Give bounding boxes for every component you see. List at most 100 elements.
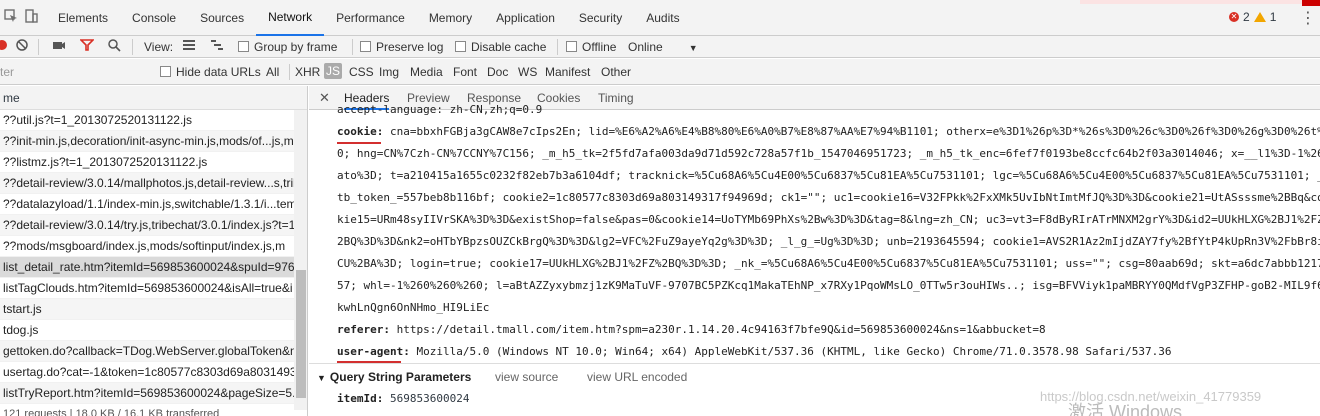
request-list: me ??util.js?t=1_2013072520131122.js ??i… — [0, 86, 308, 416]
tab-performance[interactable]: Performance — [324, 0, 417, 36]
device-toolbar-icon[interactable] — [24, 9, 38, 26]
tab-security[interactable]: Security — [567, 0, 634, 36]
view-source-link[interactable]: view source — [495, 370, 558, 384]
close-icon[interactable]: ✕ — [319, 90, 330, 106]
checkbox-icon — [455, 41, 466, 52]
tab-timing[interactable]: Timing — [598, 91, 634, 105]
referer-header-name: referer: — [337, 323, 390, 336]
offline-checkbox[interactable]: Offline — [566, 39, 616, 55]
query-param-row: itemId: 569853600024 — [337, 392, 469, 405]
warning-icon — [1253, 12, 1266, 22]
overview-icon[interactable] — [210, 39, 224, 55]
checkbox-icon — [160, 66, 171, 77]
filter-icon[interactable] — [79, 39, 95, 55]
request-row[interactable]: listTagClouds.htm?itemId=569853600024&is… — [0, 278, 294, 299]
cookie-value-line: 57; whl=-1%260%260%260; l=aBtAZZyxybmzj1… — [337, 279, 1320, 292]
cookie-value-line: ato%3D; t=a210415a1655c0232f82eb7b3a6104… — [337, 169, 1320, 182]
view-url-encoded-link[interactable]: view URL encoded — [587, 370, 687, 384]
type-img[interactable]: Img — [379, 65, 399, 79]
type-other[interactable]: Other — [601, 65, 631, 79]
large-rows-icon[interactable] — [182, 39, 196, 55]
tab-elements[interactable]: Elements — [46, 0, 120, 36]
search-icon[interactable] — [108, 39, 121, 56]
hide-data-urls-checkbox[interactable]: Hide data URLs — [160, 65, 261, 79]
checkbox-icon — [238, 41, 249, 52]
screenshot-icon[interactable] — [52, 39, 66, 55]
warning-count: 1 — [1269, 10, 1277, 24]
throttling-value: Online — [628, 40, 663, 54]
dropdown-arrow-icon: ▼ — [688, 43, 698, 53]
type-doc[interactable]: Doc — [487, 65, 508, 79]
request-row[interactable]: gettoken.do?callback=TDog.WebServer.glob… — [0, 341, 294, 362]
filter-bar: ter Hide data URLs All XHR JS CSS Img Me… — [0, 59, 1320, 85]
request-row[interactable]: tstart.js — [0, 299, 294, 320]
type-font[interactable]: Font — [453, 65, 477, 79]
type-ws[interactable]: WS — [518, 65, 537, 79]
request-row[interactable]: ??init-min.js,decoration/init-async-min.… — [0, 131, 294, 152]
type-css[interactable]: CSS — [349, 65, 374, 79]
error-count: 2 — [1243, 10, 1250, 24]
type-media[interactable]: Media — [410, 65, 443, 79]
offline-label: Offline — [582, 40, 617, 54]
checkbox-icon — [360, 41, 371, 52]
cookie-value-line: cna=bbxhFGBja3gCAW8e7cIps2En; lid=%E6%A2… — [389, 125, 1320, 138]
query-string-toggle[interactable]: ▼ Query String Parameters — [317, 370, 471, 384]
view-label: View: — [144, 40, 174, 54]
request-row[interactable]: ??detail-review/3.0.14/mallphotos.js,det… — [0, 173, 294, 194]
referer-header-value: https://detail.tmall.com/item.htm?spm=a2… — [396, 323, 1046, 336]
request-row[interactable]: ??datalazyload/1.1/index-min.js,switchab… — [0, 194, 294, 215]
disable-cache-checkbox[interactable]: Disable cache — [455, 39, 546, 55]
record-icon[interactable] — [0, 39, 8, 55]
tab-cookies[interactable]: Cookies — [537, 91, 580, 105]
console-counts[interactable]: ✕ 2 1 — [1229, 10, 1276, 24]
filter-input[interactable]: ter — [0, 65, 14, 79]
user-agent-header-value: Mozilla/5.0 (Windows NT 10.0; Win64; x64… — [416, 345, 1172, 358]
tab-audits[interactable]: Audits — [634, 0, 691, 36]
query-string-title: Query String Parameters — [329, 370, 472, 384]
checkbox-icon — [566, 41, 577, 52]
inspect-element-icon[interactable] — [4, 9, 18, 26]
tab-console[interactable]: Console — [120, 0, 188, 36]
accept-language-header: accept-language: zh-CN,zh;q=0.9 — [337, 103, 543, 116]
type-js[interactable]: JS — [324, 63, 343, 79]
request-row-selected[interactable]: list_detail_rate.htm?itemId=569853600024… — [0, 257, 294, 278]
cookie-header-name: cookie: — [337, 125, 384, 138]
referer-header-line: referer: https://detail.tmall.com/item.h… — [337, 319, 1046, 340]
type-xhr[interactable]: XHR — [295, 65, 320, 79]
cookie-value-line: tb_token_=557beb8b116bf; cookie2=1c80577… — [337, 191, 1320, 204]
param-name: itemId: — [337, 392, 384, 405]
query-string-section: ▼ Query String Parameters view source vie… — [309, 363, 1320, 405]
scrollbar-thumb[interactable] — [296, 270, 306, 398]
tab-memory[interactable]: Memory — [417, 0, 484, 36]
network-toolbar: View: Group by frame Preserve log Disabl… — [0, 36, 1320, 58]
page-strip — [1080, 0, 1320, 4]
page-corner-badge — [1302, 0, 1320, 6]
throttling-select[interactable]: Online ▼ — [628, 39, 698, 56]
type-all[interactable]: All — [266, 65, 279, 79]
request-row[interactable]: ??mods/msgboard/index.js,mods/softinput/… — [0, 236, 294, 257]
request-row[interactable]: listTryReport.htm?itemId=569853600024&pa… — [0, 383, 294, 404]
request-row[interactable]: ??listmz.js?t=1_2013072520131122.js — [0, 152, 294, 173]
request-row[interactable]: ??util.js?t=1_2013072520131122.js — [0, 110, 294, 131]
menu-kebab-icon[interactable]: ⋮ — [1300, 8, 1316, 28]
group-by-frame-checkbox[interactable]: Group by frame — [238, 39, 337, 55]
request-list-scrollbar[interactable] — [294, 110, 307, 410]
tab-sources[interactable]: Sources — [188, 0, 256, 36]
request-row[interactable]: usertag.do?cat=-1&token=1c80577c8303d69a… — [0, 362, 294, 383]
headers-content: accept-language: zh-CN,zh;q=0.9 cookie: … — [309, 103, 1320, 416]
request-rows: ??util.js?t=1_2013072520131122.js ??init… — [0, 110, 307, 404]
tab-application[interactable]: Application — [484, 0, 567, 36]
request-row[interactable]: tdog.js — [0, 320, 294, 341]
disable-cache-label: Disable cache — [471, 40, 547, 54]
name-column-header[interactable]: me — [0, 86, 307, 110]
request-row[interactable]: ??detail-review/3.0.14/try.js,tribechat/… — [0, 215, 294, 236]
hide-data-urls-label: Hide data URLs — [176, 65, 261, 79]
preserve-log-checkbox[interactable]: Preserve log — [360, 39, 443, 55]
user-agent-header-line: user-agent: Mozilla/5.0 (Windows NT 10.0… — [337, 341, 1171, 362]
clear-icon[interactable] — [16, 39, 28, 55]
tab-network[interactable]: Network — [256, 0, 325, 36]
collapse-triangle-icon: ▼ — [317, 373, 326, 383]
user-agent-header-name: user-agent: — [337, 345, 410, 358]
cookie-value-line: kie15=URm48syIIVrSKA%3D%3D&existShop=fal… — [337, 213, 1320, 226]
type-manifest[interactable]: Manifest — [545, 65, 590, 79]
